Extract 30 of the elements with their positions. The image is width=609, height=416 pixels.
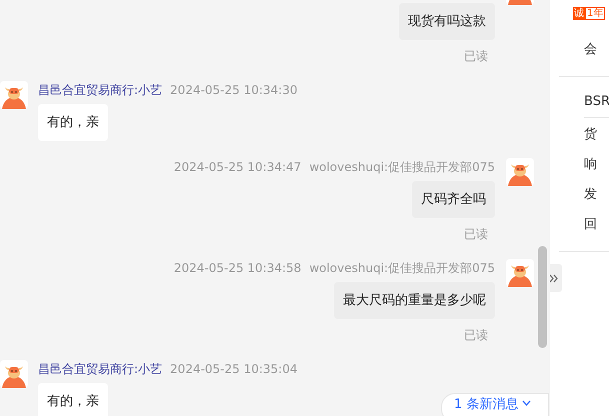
message-time: 2024-05-25 10:34:47	[174, 159, 302, 176]
message-bubble: 尺码齐全吗	[412, 181, 495, 218]
years-badge: 1年	[585, 7, 606, 20]
integrity-badge-icon: 诚	[573, 7, 585, 20]
collapse-button[interactable]	[550, 264, 562, 292]
rating-label: 回	[584, 216, 598, 234]
new-messages-button[interactable]: 1 条新消息	[441, 393, 549, 416]
rating-label: 响	[584, 156, 598, 174]
message-time: 2024-05-25 10:34:30	[170, 82, 298, 99]
sender-name: 昌邑合宜贸易商行:小艺	[38, 361, 162, 378]
scrollbar-thumb[interactable]	[538, 246, 547, 348]
message-time: 2024-05-25 10:34:58	[174, 260, 302, 277]
message-bubble: 有的，亲	[38, 104, 108, 141]
chevron-down-icon	[522, 400, 532, 406]
rating-label: 货	[584, 126, 598, 144]
bull-avatar-icon	[506, 259, 534, 287]
read-status: 已读	[464, 48, 488, 64]
double-chevron-icon	[550, 274, 558, 282]
message-bubble: 现货有吗这款	[399, 3, 495, 40]
message-time: 2024-05-25 10:35:04	[170, 361, 298, 378]
rating-label: 发	[584, 186, 598, 204]
message-bubble: 有的，亲	[38, 383, 108, 416]
bull-avatar-icon	[506, 158, 534, 186]
sender-name: woloveshuqi:促佳搜品开发部075	[309, 159, 495, 176]
message-bubble: 最大尺码的重量是多少呢	[334, 282, 495, 319]
sender-name: 昌邑合宜贸易商行:小艺	[38, 82, 162, 99]
member-label: 会	[584, 41, 598, 59]
read-status: 已读	[464, 226, 488, 242]
sender-name: woloveshuqi:促佳搜品开发部075	[309, 260, 495, 277]
read-status: 已读	[464, 327, 488, 343]
